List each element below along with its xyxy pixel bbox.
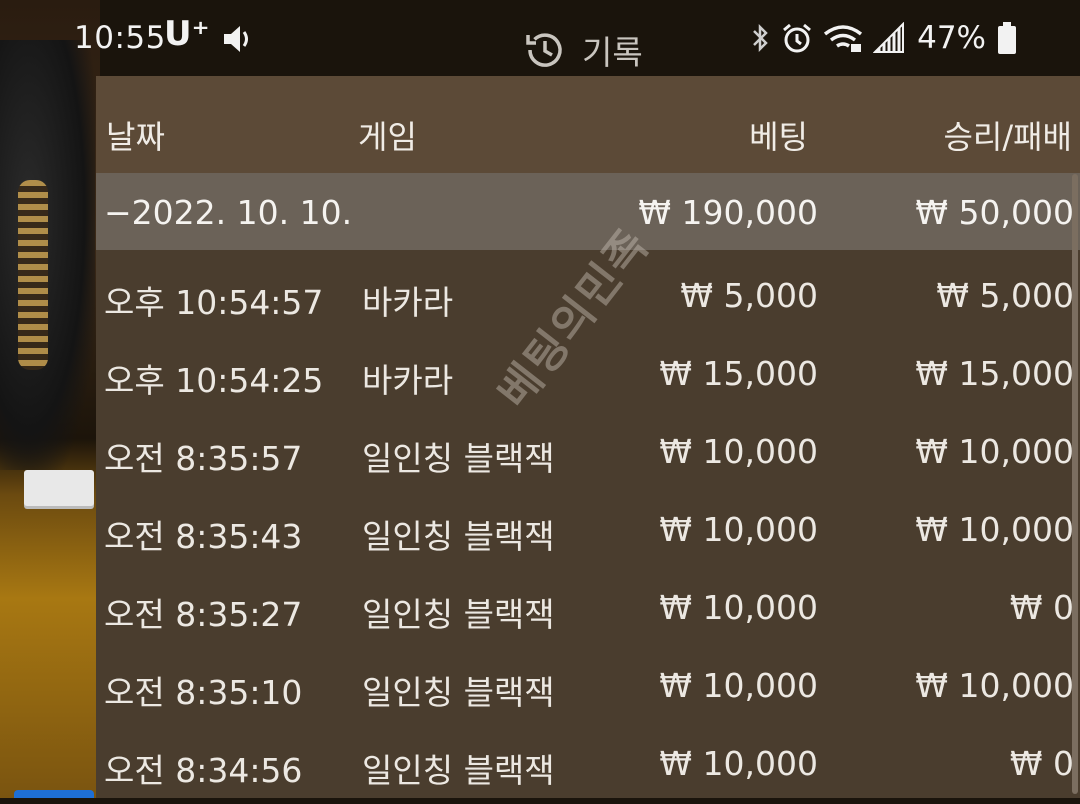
battery-percent: 47% [917, 20, 986, 56]
row-bet: ₩ 10,000 [659, 432, 818, 471]
row-bet: ₩ 10,000 [659, 588, 818, 627]
row-game: 일인칭 블랙잭 [362, 751, 555, 790]
row-time: 오전 8:35:27 [104, 595, 303, 634]
row-game: 일인칭 블랙잭 [362, 595, 555, 634]
table-header: 날짜 게임 베팅 승리/패배 [96, 76, 1080, 173]
row-result: ₩ 10,000 [915, 510, 1074, 549]
row-result: ₩ 5,000 [936, 276, 1074, 315]
header-date: 날짜 [106, 118, 165, 156]
volume-icon [224, 26, 248, 52]
signal-icon [873, 22, 905, 53]
history-icon [526, 33, 562, 67]
row-time: 오전 8:35:57 [104, 439, 303, 478]
header-result: 승리/패배 [943, 118, 1072, 156]
row-bet: ₩ 10,000 [659, 666, 818, 705]
row-time: 오후 10:54:25 [104, 361, 324, 400]
header-game: 게임 [358, 118, 417, 156]
battery-icon [998, 22, 1016, 54]
background-video [0, 0, 100, 798]
date-summary-row[interactable]: −2022. 10. 10. ₩ 190,000 ₩ 50,000 [96, 173, 1080, 250]
row-time: 오전 8:34:56 [104, 751, 303, 790]
status-bar: 10:55 U⁺ 기록 47% [0, 0, 1080, 78]
row-result: ₩ 0 [1009, 588, 1074, 627]
wifi-icon [824, 25, 863, 52]
bluetooth-icon [753, 23, 768, 53]
table-row[interactable]: 오전 8:35:10 일인칭 블랙잭 ₩ 10,000 ₩ 10,000 [96, 648, 1080, 726]
table-row[interactable]: 오후 10:54:25 바카라 ₩ 15,000 ₩ 15,000 [96, 336, 1080, 414]
row-result: ₩ 10,000 [915, 666, 1074, 705]
status-time: 10:55 [74, 20, 166, 56]
row-time: 오전 8:35:10 [104, 673, 303, 712]
table-row[interactable]: 오전 8:35:57 일인칭 블랙잭 ₩ 10,000 ₩ 10,000 [96, 414, 1080, 492]
alarm-icon [783, 23, 812, 53]
row-result: ₩ 0 [1009, 744, 1074, 783]
header-bet: 베팅 [749, 118, 808, 156]
row-time: 오후 10:54:57 [104, 283, 324, 322]
scrollbar[interactable] [1072, 174, 1078, 794]
summary-date: −2022. 10. 10. [104, 193, 353, 232]
carrier-label: U⁺ [164, 14, 210, 54]
row-time: 오전 8:35:43 [104, 517, 303, 556]
row-bet: ₩ 10,000 [659, 744, 818, 783]
table-row[interactable]: 오전 8:35:27 일인칭 블랙잭 ₩ 10,000 ₩ 0 [96, 570, 1080, 648]
system-icons: 47% [749, 20, 1018, 56]
card-shoe [24, 470, 94, 506]
necklace-ornament [18, 180, 48, 370]
row-game: 바카라 [362, 361, 454, 400]
summary-result: ₩ 50,000 [915, 193, 1074, 232]
table-row[interactable]: 오전 8:34:56 일인칭 블랙잭 ₩ 10,000 ₩ 0 [96, 726, 1080, 804]
history-title[interactable]: 기록 [522, 26, 643, 74]
row-game: 일인칭 블랙잭 [362, 439, 555, 478]
table-row[interactable]: 오전 8:35:43 일인칭 블랙잭 ₩ 10,000 ₩ 10,000 [96, 492, 1080, 570]
row-bet: ₩ 5,000 [680, 276, 818, 315]
summary-bet: ₩ 190,000 [638, 193, 818, 232]
row-result: ₩ 10,000 [915, 432, 1074, 471]
blue-indicator [14, 790, 94, 798]
row-result: ₩ 15,000 [915, 354, 1074, 393]
row-game: 일인칭 블랙잭 [362, 517, 555, 556]
row-bet: ₩ 10,000 [659, 510, 818, 549]
row-bet: ₩ 15,000 [659, 354, 818, 393]
page-title: 기록 [582, 33, 643, 72]
row-game: 바카라 [362, 283, 454, 322]
row-game: 일인칭 블랙잭 [362, 673, 555, 712]
history-panel: 날짜 게임 베팅 승리/패배 −2022. 10. 10. ₩ 190,000 … [96, 76, 1080, 798]
